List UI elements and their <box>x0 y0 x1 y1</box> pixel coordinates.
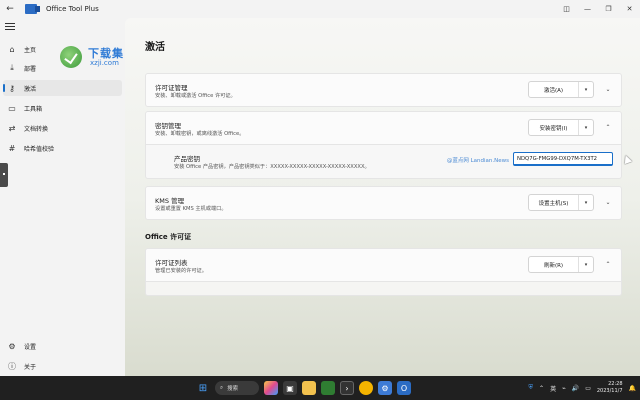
collapse-chevron-icon[interactable]: ⌃ <box>602 258 614 270</box>
title-bar: ← Office Tool Plus ◫ — ❐ ✕ <box>0 0 640 18</box>
hamburger-menu-icon[interactable] <box>5 23 15 33</box>
side-handle[interactable] <box>0 163 8 187</box>
main-content: 激活 许可证管理 安装、卸载或激活 Office 许可证。 激活(A) ▾ ⌄ … <box>125 18 640 376</box>
chevron-down-icon[interactable]: ▾ <box>579 257 593 272</box>
clock[interactable]: 22:28 2023/11/7 <box>597 381 623 395</box>
activate-button[interactable]: 激活(A) <box>529 82 579 97</box>
sidebar-item-toolbox[interactable]: ▭ 工具箱 <box>3 100 122 116</box>
volume-icon[interactable]: 🔊 <box>572 385 579 392</box>
taskbar-apps: ⊞ ⌕ 搜索 ▣ › ⚙ O <box>196 379 411 397</box>
section-title: Office 许可证 <box>145 233 192 241</box>
sidebar-item-label: 文档转换 <box>24 125 49 133</box>
terminal-icon[interactable]: › <box>340 381 354 395</box>
sidebar-item-label: 部署 <box>24 65 37 73</box>
refresh-split-button: 刷新(R) ▾ <box>528 256 594 273</box>
copilot-icon[interactable] <box>264 381 278 395</box>
search-label: 搜索 <box>227 386 239 392</box>
back-arrow-icon[interactable]: ← <box>3 2 17 16</box>
license-management-card: 许可证管理 安装、卸载或激活 Office 许可证。 激活(A) ▾ ⌄ <box>145 73 622 107</box>
store-icon[interactable] <box>321 381 335 395</box>
task-view-icon[interactable]: ▣ <box>283 381 297 395</box>
sidebar-item-doc-convert[interactable]: ⇄ 文档转换 <box>3 120 122 136</box>
card-title: 密钥管理 <box>155 122 181 130</box>
clock-date: 2023/11/7 <box>596 388 623 394</box>
window-controls: ◫ — ❐ ✕ <box>556 0 640 18</box>
chevron-down-icon[interactable]: ▾ <box>579 195 593 210</box>
sidebar-item-label: 主页 <box>24 46 37 54</box>
key-icon: ⚷ <box>9 83 15 93</box>
window-title: Office Tool Plus <box>46 5 99 13</box>
sidebar-item-label: 工具箱 <box>24 105 43 113</box>
sidebar-item-activate[interactable]: ⚷ 激活 <box>3 80 122 96</box>
sidebar-item-label: 激活 <box>24 85 37 93</box>
windows-start-icon[interactable]: ⊞ <box>196 381 210 395</box>
deploy-icon: ⤓ <box>10 63 14 72</box>
product-key-input[interactable] <box>513 152 613 166</box>
sidebar: ⌂ 主页 ⤓ 部署 ⚷ 激活 ▭ 工具箱 ⇄ 文档转换 # 哈希值校验 ⚙ 设置… <box>0 18 125 376</box>
gear-icon: ⚙ <box>8 341 16 351</box>
kms-management-card: KMS 管理 设置或重置 KMS 主机或端口。 设置主机(S) ▾ ⌄ <box>145 186 622 220</box>
chevron-up-icon[interactable]: ⌃ <box>539 385 544 392</box>
office-tool-plus-taskbar-icon[interactable]: O <box>397 381 411 395</box>
close-button[interactable]: ✕ <box>619 0 640 18</box>
key-management-card: 密钥管理 安装、卸载密钥，或离线激活 Office。 安装密钥(I) ▾ ⌃ <box>145 111 622 145</box>
set-host-split-button: 设置主机(S) ▾ <box>528 194 594 211</box>
collapse-chevron-icon[interactable]: ⌃ <box>602 121 614 133</box>
pin-icon[interactable]: ◫ <box>556 0 577 18</box>
sidebar-item-label: 哈希值校验 <box>24 145 55 153</box>
watermark-badge-icon <box>60 46 82 68</box>
license-list-card: 许可证列表 管理已安装的许可证。 刷新(R) ▾ ⌃ <box>145 248 622 282</box>
card-description: 设置或重置 KMS 主机或端口。 <box>155 206 227 212</box>
set-host-button[interactable]: 设置主机(S) <box>529 195 579 210</box>
page-title: 激活 <box>145 42 165 53</box>
sidebar-item-settings[interactable]: ⚙ 设置 <box>3 338 122 354</box>
card-description: 安装、卸载或激活 Office 许可证。 <box>155 93 236 99</box>
card-title: 许可证列表 <box>155 259 188 267</box>
sidebar-item-label: 关于 <box>24 363 37 371</box>
app-window: ← Office Tool Plus ◫ — ❐ ✕ ⌂ 主页 ⤓ 部署 ⚷ 激… <box>0 0 640 376</box>
card-title: KMS 管理 <box>155 197 185 205</box>
search-icon: ⌕ <box>220 384 224 391</box>
watermark-text: @蓝点网 Landian.News <box>446 158 509 164</box>
office-logo-icon <box>25 4 40 14</box>
card-description: 管理已安装的许可证。 <box>155 268 207 274</box>
clock-time: 22:28 <box>608 381 623 387</box>
chevron-down-icon[interactable]: ▾ <box>579 120 593 135</box>
file-explorer-icon[interactable] <box>302 381 316 395</box>
watermark-site: xzji.com <box>90 59 119 67</box>
minimize-button[interactable]: — <box>577 0 598 18</box>
sidebar-item-about[interactable]: ⓘ 关于 <box>3 358 122 374</box>
info-icon: ⓘ <box>8 361 16 371</box>
sidebar-item-hash-check[interactable]: # 哈希值校验 <box>3 140 122 156</box>
hash-check-icon: # <box>8 143 16 153</box>
install-key-button[interactable]: 安装密钥(I) <box>529 120 579 135</box>
taskbar-search[interactable]: ⌕ 搜索 <box>215 381 259 395</box>
chrome-icon[interactable] <box>359 381 373 395</box>
install-key-split-button: 安装密钥(I) ▾ <box>528 119 594 136</box>
chevron-down-icon[interactable]: ▾ <box>579 82 593 97</box>
notification-bell-icon[interactable]: 🔔 <box>629 385 636 392</box>
taskbar: ⊞ ⌕ 搜索 ▣ › ⚙ O ⛨ ⌃ 英 ⌁ 🔊 ▭ 22:28 2023/11… <box>0 376 640 400</box>
toolbox-icon: ▭ <box>8 103 16 113</box>
license-list-panel <box>145 282 622 296</box>
expand-chevron-icon[interactable]: ⌄ <box>602 83 614 95</box>
product-key-panel: 产品密钥 安装 Office 产品密钥，产品密钥类似于：XXXXX-XXXXX-… <box>145 145 622 179</box>
card-title: 许可证管理 <box>155 84 188 92</box>
sidebar-item-label: 设置 <box>24 343 37 351</box>
product-key-title: 产品密钥 <box>174 155 200 163</box>
product-key-description: 安装 Office 产品密钥，产品密钥类似于：XXXXX-XXXXX-XXXXX… <box>174 164 370 170</box>
maximize-button[interactable]: ❐ <box>598 0 619 18</box>
input-language[interactable]: 英 <box>550 384 556 393</box>
system-tray: ⛨ ⌃ 英 ⌁ 🔊 ▭ 22:28 2023/11/7 🔔 <box>529 376 636 400</box>
expand-chevron-icon[interactable]: ⌄ <box>602 196 614 208</box>
defender-icon[interactable]: ⛨ <box>529 384 534 392</box>
battery-icon[interactable]: ▭ <box>585 385 591 392</box>
document-convert-icon: ⇄ <box>8 123 16 133</box>
settings-app-icon[interactable]: ⚙ <box>378 381 392 395</box>
card-description: 安装、卸载密钥，或离线激活 Office。 <box>155 131 245 137</box>
refresh-button[interactable]: 刷新(R) <box>529 257 579 272</box>
network-icon[interactable]: ⌁ <box>562 385 566 392</box>
activate-split-button: 激活(A) ▾ <box>528 81 594 98</box>
home-icon: ⌂ <box>9 44 15 54</box>
